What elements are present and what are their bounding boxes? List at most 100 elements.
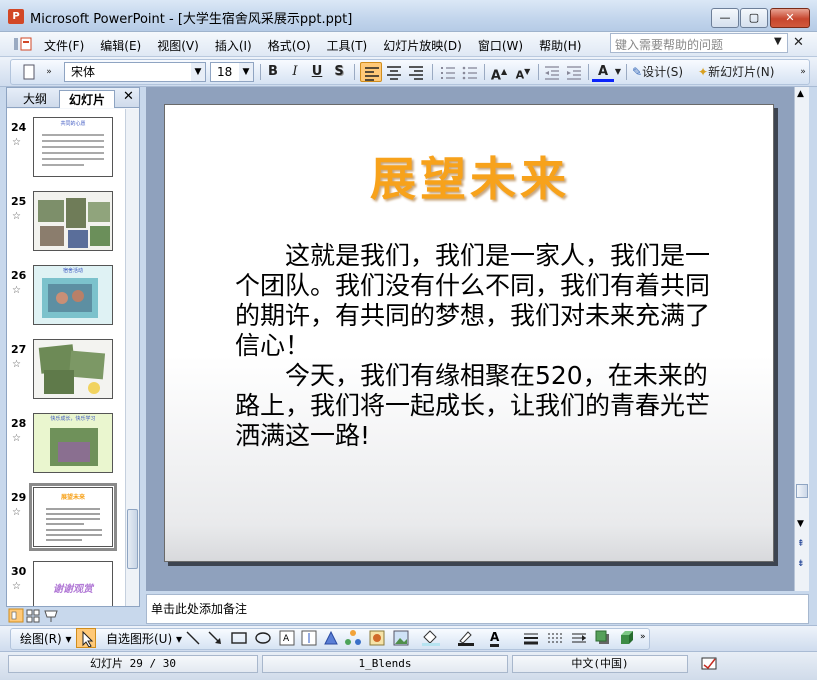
bullets-icon[interactable] bbox=[460, 62, 480, 82]
menu-format[interactable]: 格式(O) bbox=[268, 37, 319, 54]
menu-window[interactable]: 窗口(W) bbox=[478, 37, 531, 54]
menu-edit[interactable]: 编辑(E) bbox=[100, 37, 149, 54]
thumbnail-image[interactable] bbox=[33, 191, 113, 251]
slide-transition-icon[interactable]: ☆ bbox=[12, 433, 21, 444]
font-color-dropdown-icon[interactable]: ▼ bbox=[614, 62, 622, 82]
thumbnail-image[interactable]: 谢谢观赏 bbox=[33, 561, 113, 606]
select-pointer-icon[interactable] bbox=[76, 628, 96, 648]
drawing-toolbar-more-icon[interactable]: » bbox=[640, 632, 646, 642]
tab-outline[interactable]: 大纲 bbox=[13, 90, 57, 108]
thumbnail-item[interactable]: 24 ☆ 共同的心愿 bbox=[7, 113, 125, 183]
slide-body-text[interactable]: 这就是我们，我们是一家人，我们是一个团队。我们没有什么不同，我们有着共同的期许，… bbox=[235, 241, 715, 451]
wordart-icon[interactable] bbox=[322, 629, 340, 647]
menu-insert[interactable]: 插入(I) bbox=[215, 37, 260, 54]
thumbnail-image[interactable]: 宿舍活动 bbox=[33, 265, 113, 325]
thumbnail-item[interactable]: 30 ☆ 谢谢观赏 bbox=[7, 557, 125, 606]
slide-transition-icon[interactable]: ☆ bbox=[12, 285, 21, 296]
thumbnail-item-selected[interactable]: 29 ☆ 展望未来 bbox=[7, 483, 125, 553]
new-document-icon[interactable] bbox=[20, 62, 38, 82]
scroll-up-icon[interactable]: ▲ bbox=[797, 89, 804, 99]
help-search-input[interactable]: 键入需要帮助的问题 bbox=[610, 33, 788, 53]
textbox-tool-icon[interactable]: A bbox=[278, 629, 296, 647]
slide-canvas[interactable]: 展望未来 这就是我们，我们是一家人，我们是一个团队。我们没有什么不同，我们有着共… bbox=[164, 104, 774, 562]
slide-title[interactable]: 展望未来 bbox=[165, 143, 775, 209]
align-right-icon[interactable] bbox=[406, 62, 426, 82]
thumbnail-scrollbar[interactable] bbox=[125, 109, 139, 606]
autoshapes-button[interactable]: 自选图形(U) ▾ bbox=[106, 630, 182, 647]
thumbnail-scrollbar-thumb[interactable] bbox=[127, 509, 138, 569]
next-slide-icon[interactable]: ⇟ bbox=[797, 559, 805, 569]
increase-font-icon[interactable]: A▲ bbox=[488, 62, 510, 83]
numbering-icon[interactable] bbox=[438, 62, 458, 82]
toolbar-options-icon[interactable]: » bbox=[44, 62, 54, 82]
thumbnail-image[interactable]: 共同的心愿 bbox=[33, 117, 113, 177]
help-dropdown-icon[interactable]: ▼ bbox=[774, 36, 782, 47]
status-design[interactable]: 1_Blends bbox=[262, 655, 508, 673]
line-color-icon[interactable] bbox=[456, 629, 478, 647]
maximize-button[interactable]: ▢ bbox=[740, 8, 768, 28]
line-tool-icon[interactable] bbox=[184, 629, 202, 647]
thumbnail-image[interactable]: 展望未来 bbox=[29, 483, 117, 551]
powerpoint-app-icon[interactable]: P bbox=[8, 9, 24, 24]
thumbnail-item[interactable]: 27 ☆ bbox=[7, 335, 125, 405]
diagram-icon[interactable] bbox=[344, 629, 362, 647]
thumbnail-item[interactable]: 26 ☆ 宿舍活动 bbox=[7, 261, 125, 331]
font-name-dropdown-icon[interactable]: ▼ bbox=[191, 63, 205, 81]
arrow-tool-icon[interactable] bbox=[206, 629, 224, 647]
toolbar-more-icon[interactable]: » bbox=[798, 62, 808, 82]
font-color-icon[interactable]: A bbox=[592, 62, 614, 82]
new-slide-button[interactable]: ✦新幻灯片(N) bbox=[698, 62, 788, 82]
thumbnail-item[interactable]: 28 ☆ 快乐成长，快乐学习 bbox=[7, 409, 125, 479]
rectangle-tool-icon[interactable] bbox=[230, 629, 248, 647]
vertical-textbox-icon[interactable] bbox=[300, 629, 318, 647]
oval-tool-icon[interactable] bbox=[254, 629, 272, 647]
dash-style-icon[interactable] bbox=[546, 629, 564, 647]
design-button[interactable]: ✎设计(S) bbox=[632, 62, 694, 82]
slide-transition-icon[interactable]: ☆ bbox=[12, 137, 21, 148]
slide-transition-icon[interactable]: ☆ bbox=[12, 359, 21, 370]
align-center-icon[interactable] bbox=[384, 62, 404, 82]
menu-slideshow[interactable]: 幻灯片放映(D) bbox=[383, 37, 470, 54]
3d-style-icon[interactable] bbox=[618, 629, 636, 647]
shadow-button[interactable]: S bbox=[330, 62, 348, 82]
pane-close-icon[interactable]: ✕ bbox=[123, 89, 134, 104]
italic-button[interactable]: I bbox=[286, 62, 304, 82]
slide-sorter-view-icon[interactable] bbox=[26, 609, 33, 616]
scroll-down-icon[interactable]: ▼ bbox=[797, 519, 804, 529]
spelling-check-icon[interactable] bbox=[694, 655, 724, 673]
arrow-style-icon[interactable] bbox=[570, 629, 588, 647]
clipart-icon[interactable] bbox=[368, 629, 386, 647]
slide-transition-icon[interactable]: ☆ bbox=[12, 211, 21, 222]
slideshow-view-icon[interactable] bbox=[44, 610, 58, 618]
font-size-combo[interactable]: 18 ▼ bbox=[210, 62, 254, 82]
line-style-icon[interactable] bbox=[522, 629, 540, 647]
bold-button[interactable]: B bbox=[264, 62, 282, 82]
picture-icon[interactable] bbox=[392, 629, 410, 647]
menu-help[interactable]: 帮助(H) bbox=[539, 37, 589, 54]
menu-file[interactable]: 文件(F) bbox=[44, 37, 92, 54]
thumbnail-image[interactable]: 快乐成长，快乐学习 bbox=[33, 413, 113, 473]
underline-button[interactable]: U bbox=[308, 62, 326, 82]
align-left-icon[interactable] bbox=[360, 62, 382, 82]
decrease-font-icon[interactable]: A▼ bbox=[512, 62, 534, 82]
notes-pane[interactable]: 单击此处添加备注 bbox=[146, 594, 809, 624]
menu-view[interactable]: 视图(V) bbox=[157, 37, 207, 54]
draw-font-color-icon[interactable]: A bbox=[490, 630, 500, 647]
menu-tools[interactable]: 工具(T) bbox=[327, 37, 376, 54]
tab-slides[interactable]: 幻灯片 bbox=[59, 90, 115, 108]
close-document-icon[interactable]: ✕ bbox=[793, 35, 804, 50]
shadow-style-icon[interactable] bbox=[594, 629, 612, 647]
font-name-combo[interactable]: 宋体 ▼ bbox=[64, 62, 206, 82]
increase-indent-icon[interactable] bbox=[564, 62, 584, 82]
close-button[interactable]: ✕ bbox=[770, 8, 810, 28]
slide-transition-icon[interactable]: ☆ bbox=[12, 581, 21, 592]
slide-transition-icon[interactable]: ☆ bbox=[12, 507, 21, 518]
font-size-dropdown-icon[interactable]: ▼ bbox=[239, 63, 253, 81]
slide-scrollbar[interactable]: ▲ ▼ ⇞ ⇟ bbox=[794, 87, 809, 591]
thumbnail-item[interactable]: 25 ☆ bbox=[7, 187, 125, 257]
slide-scrollbar-thumb[interactable] bbox=[796, 484, 808, 498]
draw-menu-button[interactable]: 绘图(R) ▾ bbox=[20, 630, 72, 647]
decrease-indent-icon[interactable] bbox=[542, 62, 562, 82]
minimize-button[interactable]: — bbox=[711, 8, 739, 28]
previous-slide-icon[interactable]: ⇞ bbox=[797, 539, 805, 549]
